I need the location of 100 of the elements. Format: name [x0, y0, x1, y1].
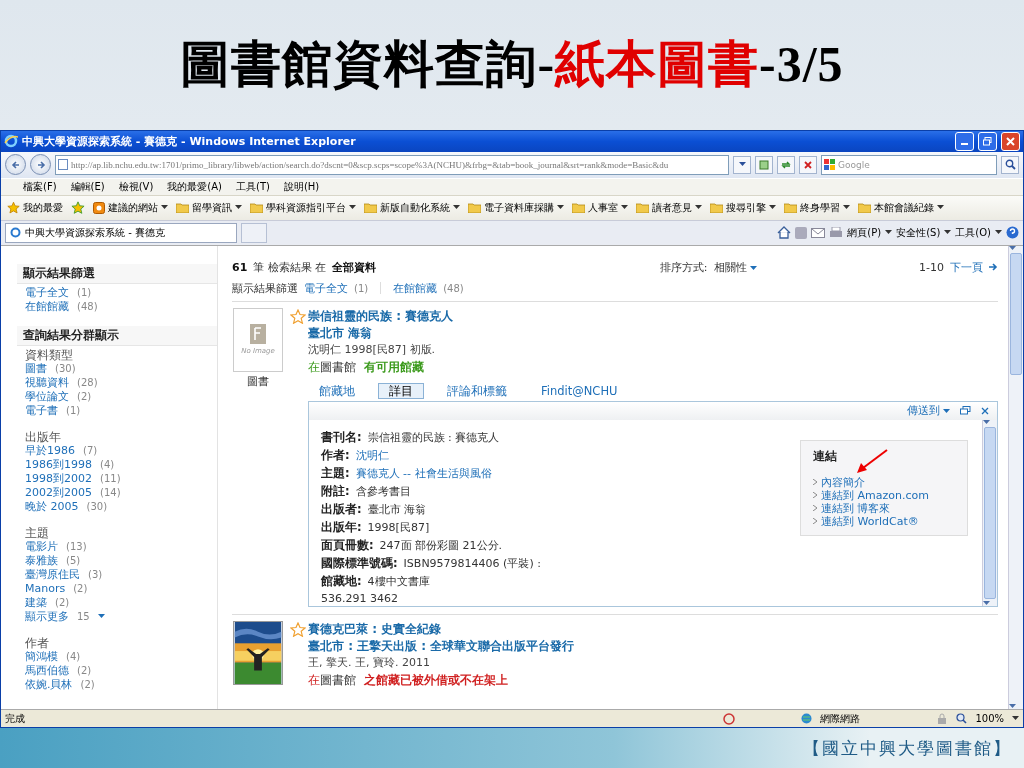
favorites-item[interactable]: 搜尋引擎: [710, 200, 776, 215]
favorites-item[interactable]: 建議的網站: [93, 200, 168, 215]
sort-dropdown[interactable]: 相關性: [713, 259, 758, 275]
folder-icon: [572, 202, 585, 213]
filter-label: 顯示結果篩選: [232, 280, 298, 296]
back-arrow-icon: [10, 159, 21, 170]
browser-tab[interactable]: 中興大學資源探索系統 - 賽德克: [5, 222, 237, 243]
favorites-item[interactable]: 本館會議紀錄: [858, 200, 944, 215]
caret-icon: [738, 162, 746, 168]
result-title[interactable]: 賽德克巴萊 : 史實全紀錄: [308, 620, 442, 638]
menu-item[interactable]: 編輯(E): [70, 179, 105, 194]
close-icon[interactable]: [981, 406, 989, 415]
stop-button[interactable]: [799, 155, 817, 174]
result-title[interactable]: 崇信祖靈的民族 : 賽德克人: [308, 307, 454, 325]
facet-link[interactable]: 1986到1998: [25, 457, 92, 472]
close-icon: [1006, 136, 1015, 146]
facet-link[interactable]: 晚於 2005: [25, 499, 79, 514]
facet-link[interactable]: 圖書: [25, 361, 47, 376]
external-link[interactable]: 內容簡介: [821, 475, 865, 489]
mail-icon[interactable]: [811, 227, 826, 238]
facet-heading: 出版年: [25, 429, 62, 444]
forward-arrow-icon: [35, 159, 46, 170]
facet-link[interactable]: 學位論文: [25, 389, 69, 404]
facet-link[interactable]: 電子書: [25, 403, 58, 418]
new-tab-button[interactable]: [241, 222, 267, 243]
command-menu[interactable]: 工具(O): [955, 225, 991, 240]
refresh-button[interactable]: [777, 155, 795, 174]
record-tab[interactable]: 館藏地: [308, 382, 366, 399]
forward-button[interactable]: [30, 154, 51, 176]
help-icon[interactable]: [1006, 226, 1019, 240]
menu-item[interactable]: 檔案(F): [23, 179, 57, 194]
filter-link[interactable]: 電子全文: [304, 280, 348, 296]
favorites-item[interactable]: 終身學習: [784, 200, 850, 215]
command-menu[interactable]: 安全性(S): [896, 225, 941, 240]
panel-scrollbar[interactable]: [982, 419, 997, 606]
star-icon[interactable]: [290, 308, 306, 324]
favorites-item[interactable]: 電子資料庫採購: [468, 200, 564, 215]
field-link[interactable]: 沈明仁: [355, 447, 389, 463]
field-link[interactable]: 賽德克人 -- 社會生活與風俗: [355, 465, 492, 481]
home-icon[interactable]: [777, 226, 792, 240]
facet-link[interactable]: 馬西伯德: [25, 663, 69, 678]
address-field[interactable]: http://ap.lib.nchu.edu.tw:1701/primo_library/libweb/action/search.do?dscnt=0&scp.scps=scope%3A(NCHU)&frbg=&tab=book_journal&srt=rank&mode=Basic&du: [55, 154, 729, 175]
facet-link[interactable]: 在館館藏: [25, 299, 69, 314]
command-menu[interactable]: 網頁(P): [847, 225, 882, 240]
menu-item[interactable]: 我的最愛(A): [167, 179, 222, 194]
menu-item[interactable]: 檢視(V): [118, 179, 154, 194]
next-page-link[interactable]: 下一頁: [950, 259, 983, 275]
facet-link[interactable]: 建築: [25, 595, 47, 610]
dropdown-button[interactable]: [733, 155, 751, 174]
field-label: 館藏地:: [321, 573, 362, 589]
page-scrollbar[interactable]: [1008, 245, 1023, 710]
record-tab[interactable]: 評論和標籤: [436, 382, 518, 399]
links-heading: 連結: [813, 448, 837, 464]
menu-item[interactable]: 說明(H): [283, 179, 320, 194]
menu-item[interactable]: 工具(T): [236, 179, 270, 194]
field-value: 536.291 3462: [321, 591, 398, 605]
search-field[interactable]: Google: [821, 154, 997, 175]
star-icon: [7, 201, 20, 215]
minimize-button[interactable]: [955, 131, 974, 151]
right-arrow-icon[interactable]: [989, 263, 998, 272]
facet-link[interactable]: 臺灣原住民: [25, 567, 80, 582]
search-button[interactable]: [1001, 155, 1019, 174]
facet-link[interactable]: 1998到2002: [25, 471, 92, 486]
popout-icon[interactable]: [960, 406, 971, 416]
record-tab[interactable]: Findit@NCHU: [530, 382, 629, 399]
maximize-button[interactable]: [978, 131, 997, 151]
star-icon[interactable]: [290, 621, 306, 637]
back-button[interactable]: [5, 154, 26, 176]
favorites-item[interactable]: 人事室: [572, 200, 628, 215]
favorites-item[interactable]: 讀者意見: [636, 200, 702, 215]
filter-link[interactable]: 在館館藏: [393, 280, 438, 296]
printer-icon[interactable]: [829, 226, 844, 239]
send-to-menu[interactable]: 傳送到: [906, 403, 950, 419]
external-link[interactable]: 連結到 博客來: [821, 501, 891, 515]
close-button[interactable]: [1001, 131, 1020, 151]
facet-link[interactable]: 電子全文: [25, 285, 69, 300]
lock-icon[interactable]: [936, 712, 949, 725]
facet-link[interactable]: 2002到2005: [25, 485, 92, 500]
browser-logo-icon: [4, 134, 18, 149]
external-link[interactable]: 連結到 Amazon.com: [821, 488, 929, 502]
zoom-level[interactable]: 100%: [975, 713, 1004, 725]
show-more-link[interactable]: 顯示更多: [25, 609, 69, 624]
facet-link[interactable]: Manors: [25, 581, 66, 596]
favorites-item[interactable]: 新版自動化系統: [364, 200, 460, 215]
favorites-button[interactable]: 我的最愛: [7, 200, 63, 215]
external-link[interactable]: 連結到 WorldCat®: [821, 514, 919, 528]
facet-link[interactable]: 早於1986: [25, 443, 75, 458]
record-tab[interactable]: 詳目: [378, 382, 424, 399]
facet-link[interactable]: 視聽資料: [25, 375, 69, 390]
favorites-item[interactable]: 學科資源指引平台: [250, 200, 356, 215]
facet-link[interactable]: 電影片: [25, 539, 58, 554]
scroll-thumb[interactable]: [1010, 252, 1022, 375]
facet-count: (4): [100, 457, 115, 472]
facet-count: (2): [55, 595, 70, 610]
facet-link[interactable]: 依婉.貝林: [25, 677, 73, 692]
favorites-item[interactable]: 留學資訊: [176, 200, 242, 215]
scroll-thumb[interactable]: [984, 426, 996, 599]
facet-link[interactable]: 泰雅族: [25, 553, 58, 568]
facet-link[interactable]: 簡鴻模: [25, 649, 58, 664]
add-favorite-icon[interactable]: [71, 201, 85, 215]
